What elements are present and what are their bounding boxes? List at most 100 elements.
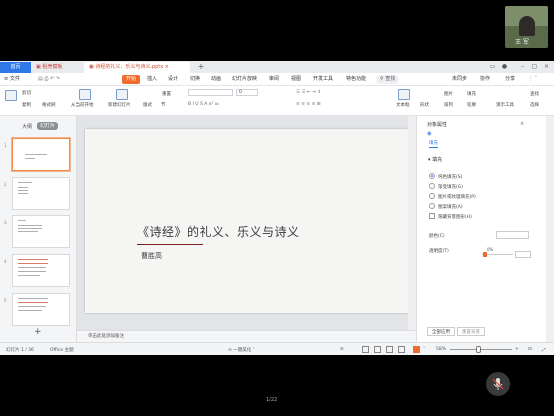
- picture-fill-radio[interactable]: [429, 193, 435, 199]
- outline-view-icon[interactable]: [398, 346, 405, 353]
- menu-start[interactable]: 开始: [122, 75, 141, 84]
- font-size-select[interactable]: 0: [236, 89, 258, 96]
- section-button[interactable]: 节: [161, 102, 166, 108]
- microphone-button[interactable]: [486, 372, 510, 396]
- slide-sorter-icon[interactable]: [374, 346, 381, 353]
- fill-section-header[interactable]: ▾ 填充: [428, 156, 442, 163]
- tab-template[interactable]: ▣ 稻壳模板: [31, 62, 81, 73]
- picture-button[interactable]: 图片: [444, 91, 453, 97]
- slide-thumbnail-4[interactable]: [12, 254, 70, 287]
- menu-transition[interactable]: 切换: [190, 75, 200, 84]
- fill-button[interactable]: 填充: [467, 91, 476, 97]
- paint-bucket-icon[interactable]: ◈: [427, 130, 432, 137]
- menu-animation[interactable]: 动画: [211, 75, 221, 84]
- paste-icon[interactable]: [5, 90, 17, 101]
- new-tab-button[interactable]: +: [196, 61, 206, 73]
- from-current-button[interactable]: 从当前开始: [71, 102, 94, 108]
- zoom-slider-handle[interactable]: [475, 346, 481, 353]
- tab-current-file[interactable]: ▣ 诗经的礼义、乐义与诗义.pptx ×: [84, 62, 190, 73]
- play-slideshow-button[interactable]: [413, 346, 420, 353]
- play-icon[interactable]: [79, 89, 91, 100]
- slide-canvas[interactable]: 《诗经》的礼义、乐义与诗义 曹胜高: [85, 129, 408, 313]
- notes-area[interactable]: 单击此处添加备注: [77, 330, 416, 342]
- presentation-tools-button[interactable]: 演示工具: [496, 102, 514, 108]
- new-slide-button[interactable]: 新建幻灯片: [108, 102, 131, 108]
- tab-home[interactable]: 首页: [0, 62, 31, 73]
- more-icon[interactable]: ⋮ ˄: [528, 75, 537, 84]
- zoom-slider[interactable]: [450, 349, 512, 350]
- textbox-icon[interactable]: [398, 89, 410, 100]
- solid-fill-radio[interactable]: [429, 173, 435, 179]
- hide-background-checkbox[interactable]: [429, 213, 435, 219]
- quick-access-icons[interactable]: ▤ ⎙ ↶ ↷: [38, 75, 60, 84]
- menu-view[interactable]: 视图: [291, 75, 301, 84]
- paragraph-icons[interactable]: ☰ ☰ ⇤ ⇥ ↕: [296, 90, 321, 95]
- menu-file[interactable]: 文件: [10, 75, 20, 84]
- participant-video-thumbnail[interactable]: 王 军: [505, 6, 548, 48]
- collaborate-button[interactable]: 协作: [480, 75, 490, 84]
- sync-status[interactable]: 未同步: [452, 75, 467, 84]
- menu-slideshow[interactable]: 幻灯片放映: [232, 75, 257, 84]
- new-slide-icon[interactable]: [116, 89, 128, 100]
- menu-review[interactable]: 审阅: [269, 75, 279, 84]
- slide-thumbnail-2[interactable]: [12, 177, 70, 210]
- slide-thumbnail-5[interactable]: [12, 293, 70, 326]
- normal-view-icon[interactable]: [362, 346, 369, 353]
- menu-insert[interactable]: 插入: [147, 75, 157, 84]
- layout-button[interactable]: 版式: [143, 102, 152, 108]
- slide-thumbnail-3[interactable]: [12, 215, 70, 248]
- reading-view-icon[interactable]: [386, 346, 393, 353]
- reset-button[interactable]: 重置: [162, 91, 171, 97]
- cut-button[interactable]: 剪切: [22, 90, 31, 96]
- align-icons[interactable]: ≡ ≡ ≡ ≡ ⊞: [296, 102, 321, 107]
- tab-outline[interactable]: 大纲: [22, 123, 32, 130]
- hide-background-label: 隐藏背景图形(H): [438, 215, 472, 220]
- menu-developer[interactable]: 开发工具: [313, 75, 333, 84]
- vertical-scrollbar[interactable]: [408, 116, 416, 330]
- opacity-input[interactable]: [515, 251, 531, 258]
- avatar[interactable]: ●: [500, 62, 509, 72]
- find-button[interactable]: 查找: [530, 91, 539, 97]
- slide-author[interactable]: 曹胜高: [141, 251, 162, 261]
- outline-button[interactable]: 轮廓: [467, 102, 476, 108]
- font-name-select[interactable]: [188, 89, 233, 96]
- fullscreen-icon[interactable]: ⤢: [542, 347, 546, 353]
- reset-background-button[interactable]: 重置背景: [457, 327, 485, 336]
- menu-features[interactable]: 特色功能: [346, 75, 366, 84]
- textbox-button[interactable]: 文本框: [396, 102, 410, 108]
- share-button[interactable]: 分享: [505, 75, 515, 84]
- play-dropdown-icon[interactable]: ˅: [423, 347, 425, 352]
- zoom-in-icon[interactable]: +: [515, 347, 519, 352]
- color-picker[interactable]: [496, 231, 529, 239]
- menu-design[interactable]: 设计: [168, 75, 178, 84]
- apply-all-button[interactable]: 全部应用: [427, 327, 455, 336]
- notes-toggle-icon[interactable]: ≡: [340, 347, 344, 352]
- shape-button[interactable]: 形状: [420, 102, 429, 108]
- slide-title[interactable]: 《诗经》的礼义、乐义与诗义: [137, 223, 300, 240]
- side-toolbar[interactable]: [546, 116, 554, 342]
- close-button[interactable]: ×: [542, 62, 551, 72]
- zoom-value[interactable]: 58%: [436, 347, 446, 352]
- minimize-button[interactable]: –: [518, 62, 527, 72]
- format-painter-button[interactable]: 格式刷: [42, 102, 56, 108]
- tab-slides[interactable]: 幻灯片: [37, 122, 59, 130]
- tab-fill[interactable]: 填充: [429, 140, 438, 148]
- arrange-button[interactable]: 排列: [444, 102, 453, 108]
- fit-window-icon[interactable]: ⊡: [528, 347, 532, 352]
- slide-thumbnail-1[interactable]: [12, 138, 70, 171]
- window-layout-icon[interactable]: ▭: [488, 62, 497, 72]
- slide-number: 3: [4, 220, 7, 225]
- font-format-icons[interactable]: B I U S A x² x₂: [188, 102, 219, 107]
- slide-thumbnail-panel: 大纲 幻灯片 1 2 3 4 5 +: [0, 116, 77, 342]
- gradient-fill-radio[interactable]: [429, 183, 435, 189]
- opacity-slider-handle[interactable]: [483, 252, 487, 257]
- pattern-fill-radio[interactable]: [429, 203, 435, 209]
- copy-button[interactable]: 复制: [22, 102, 31, 108]
- hamburger-icon[interactable]: ≡: [4, 75, 8, 84]
- select-button[interactable]: 选择: [530, 102, 539, 108]
- maximize-button[interactable]: ▢: [530, 62, 539, 72]
- add-slide-button[interactable]: +: [34, 327, 42, 337]
- panel-close-icon[interactable]: ×: [520, 121, 524, 127]
- search-button[interactable]: ⚲ 查找: [376, 75, 400, 84]
- beautify-button[interactable]: ⊙ 一键美化 ˄: [228, 347, 255, 353]
